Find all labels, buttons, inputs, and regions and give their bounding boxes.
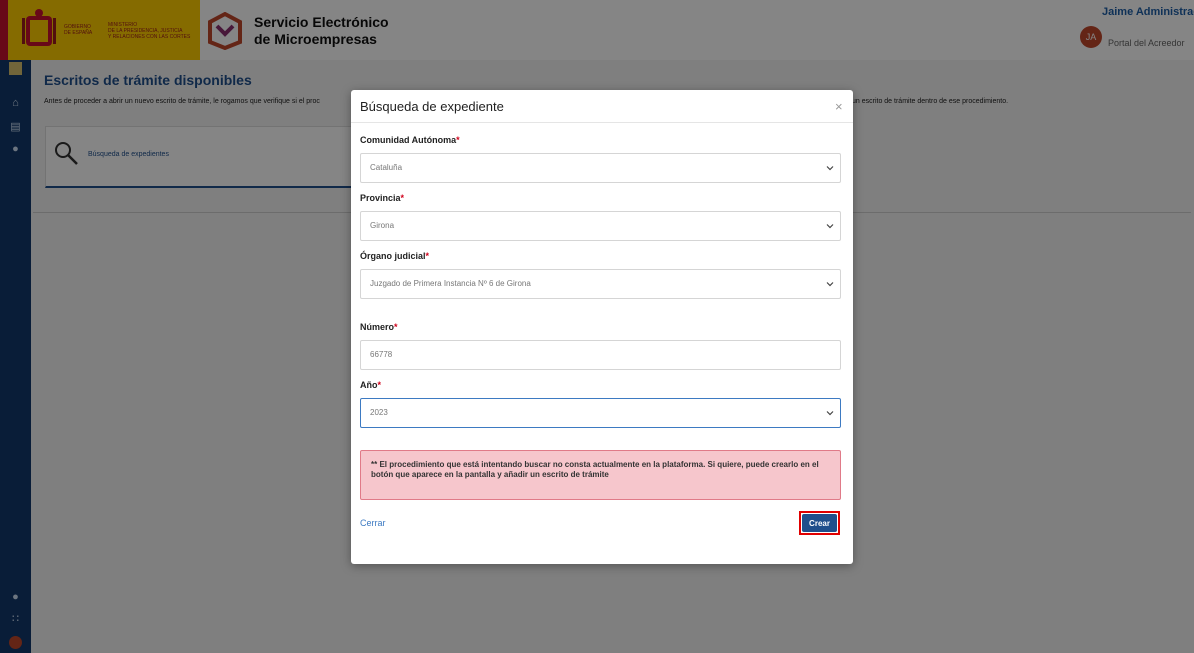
search-expediente-modal: Búsqueda de expediente × Comunidad Autón… — [351, 90, 853, 564]
chevron-down-icon — [826, 282, 834, 287]
chevron-down-icon — [826, 224, 834, 229]
numero-label: Número* — [360, 322, 398, 332]
anio-label-text: Año — [360, 380, 378, 390]
required-mark: * — [377, 380, 382, 390]
modal-title: Búsqueda de expediente — [360, 99, 504, 114]
comunidad-label-text: Comunidad Autónoma — [360, 135, 457, 145]
anio-select[interactable]: 2023 — [360, 398, 841, 428]
cerrar-button[interactable]: Cerrar — [360, 518, 386, 528]
numero-input[interactable]: 66778 — [360, 340, 841, 370]
provincia-label-text: Provincia — [360, 193, 401, 203]
provincia-value: Girona — [370, 221, 395, 230]
chevron-down-icon — [826, 166, 834, 171]
organo-label: Órgano judicial* — [360, 251, 429, 261]
required-mark: * — [400, 193, 405, 203]
chevron-down-icon — [826, 411, 834, 416]
comunidad-value: Cataluña — [370, 163, 403, 172]
required-mark: * — [456, 135, 460, 145]
organo-label-text: Órgano judicial — [360, 251, 426, 261]
provincia-select[interactable]: Girona — [360, 211, 841, 241]
modal-header-divider — [351, 122, 853, 123]
comunidad-select[interactable]: Cataluña — [360, 153, 841, 183]
organo-value: Juzgado de Primera Instancia Nº 6 de Gir… — [370, 279, 531, 288]
numero-value: 66778 — [370, 350, 393, 359]
provincia-label: Provincia* — [360, 193, 404, 203]
required-mark: * — [425, 251, 430, 261]
comunidad-label: Comunidad Autónoma* — [360, 135, 460, 145]
numero-label-text: Número — [360, 322, 395, 332]
anio-value: 2023 — [370, 408, 388, 417]
crear-button[interactable]: Crear — [802, 514, 837, 532]
error-message: ** El procedimiento que está intentando … — [360, 450, 841, 500]
organo-select[interactable]: Juzgado de Primera Instancia Nº 6 de Gir… — [360, 269, 841, 299]
anio-label: Año* — [360, 380, 381, 390]
close-icon[interactable]: × — [835, 99, 843, 114]
required-mark: * — [394, 322, 398, 332]
